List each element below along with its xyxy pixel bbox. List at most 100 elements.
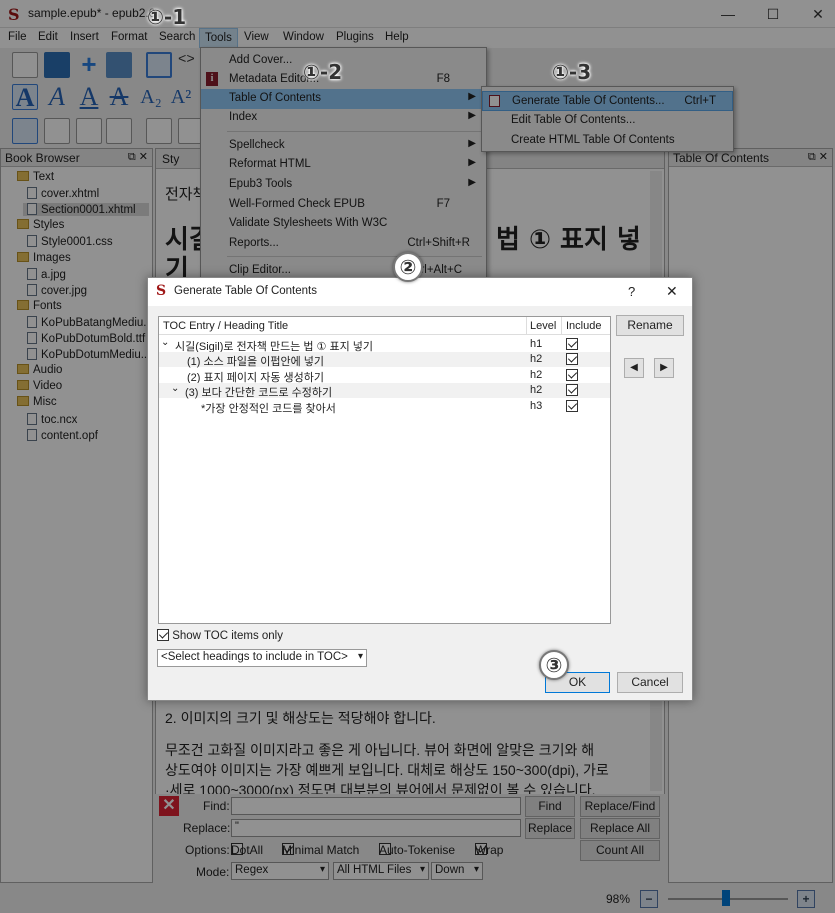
save-icon[interactable] bbox=[106, 52, 132, 78]
book-browser-file[interactable]: KoPubDotumMediu... bbox=[27, 348, 150, 361]
numbered-list-icon[interactable] bbox=[146, 118, 172, 144]
book-browser-file[interactable]: toc.ncx bbox=[27, 412, 77, 426]
menu-item-generate-toc[interactable]: Generate Table Of Contents... Ctrl+T bbox=[482, 91, 733, 111]
include-checkbox[interactable] bbox=[566, 353, 578, 366]
book-browser-file[interactable]: Style0001.css bbox=[27, 235, 113, 248]
menu-help[interactable]: Help bbox=[385, 31, 409, 43]
menu-item-index[interactable]: Index ▶ bbox=[201, 108, 486, 128]
toc-entry-row[interactable]: *가장 안정적인 코드를 찾아서 h3 bbox=[159, 399, 610, 416]
include-checkbox[interactable] bbox=[566, 338, 578, 350]
menu-format[interactable]: Format bbox=[111, 31, 147, 43]
show-toc-only-checkbox[interactable] bbox=[157, 629, 169, 641]
book-browser-file[interactable]: a.jpg bbox=[27, 267, 66, 281]
menu-view[interactable]: View bbox=[244, 31, 269, 43]
menu-item-edit-toc[interactable]: Edit Table Of Contents... bbox=[482, 111, 733, 131]
column-header-title[interactable]: TOC Entry / Heading Title bbox=[163, 320, 288, 332]
menu-search[interactable]: Search bbox=[159, 31, 195, 43]
add-file-icon[interactable]: + bbox=[76, 51, 102, 78]
new-file-icon[interactable] bbox=[12, 52, 38, 78]
replace-button[interactable]: Replace bbox=[525, 818, 575, 839]
menu-item-well-formed-check[interactable]: Well-Formed Check EPUB F7 bbox=[201, 195, 486, 215]
align-left-icon[interactable] bbox=[12, 118, 38, 144]
menu-item-add-cover[interactable]: Add Cover... bbox=[201, 51, 486, 71]
toc-entries-tree[interactable]: TOC Entry / Heading Title Level Include … bbox=[158, 316, 611, 624]
direction-select[interactable]: Down bbox=[431, 862, 483, 880]
book-browser-folder[interactable]: Styles bbox=[17, 219, 64, 231]
book-browser-folder[interactable]: Misc bbox=[17, 396, 57, 408]
menu-tools[interactable]: Tools bbox=[199, 28, 238, 48]
panel-float-close-icon[interactable]: ⧉ ✕ bbox=[128, 150, 148, 164]
replace-find-button[interactable]: Replace/Find bbox=[580, 796, 660, 817]
include-checkbox[interactable] bbox=[566, 368, 578, 381]
toc-entry-row[interactable]: ⌄ 시길(Sigil)로 전자책 만드는 법 ① 표지 넣기 h1 bbox=[159, 337, 610, 353]
zoom-in-icon[interactable]: + bbox=[797, 890, 815, 908]
menu-item-spellcheck[interactable]: Spellcheck ▶ bbox=[201, 136, 486, 156]
count-all-button[interactable]: Count All bbox=[580, 840, 660, 861]
help-button[interactable]: ? bbox=[628, 284, 635, 299]
dialog-close-button[interactable]: ✕ bbox=[666, 283, 678, 300]
book-browser-folder[interactable]: Video bbox=[17, 380, 62, 392]
superscript-icon[interactable]: A² bbox=[168, 84, 194, 110]
move-right-icon[interactable]: ▶ bbox=[654, 358, 674, 378]
column-header-include[interactable]: Include bbox=[566, 320, 601, 332]
underline-icon[interactable]: A bbox=[76, 84, 102, 110]
book-view-icon[interactable] bbox=[146, 52, 172, 78]
open-folder-icon[interactable] bbox=[44, 52, 70, 78]
menu-item-metadata-editor[interactable]: i Metadata Editor... F8 bbox=[201, 70, 486, 90]
book-browser-file[interactable]: Section0001.xhtml bbox=[23, 203, 149, 217]
toc-panel-float-close-icon[interactable]: ⧉ ✕ bbox=[808, 150, 828, 164]
scope-select[interactable]: All HTML Files bbox=[333, 862, 429, 880]
align-center-icon[interactable] bbox=[44, 118, 70, 144]
heading-a-icon[interactable]: A bbox=[12, 84, 38, 111]
include-checkbox[interactable] bbox=[566, 384, 578, 397]
strikethrough-icon[interactable]: A bbox=[106, 84, 132, 110]
menu-item-reformat-html[interactable]: Reformat HTML ▶ bbox=[201, 155, 486, 175]
menu-item-create-html-toc[interactable]: Create HTML Table Of Contents bbox=[482, 131, 733, 151]
close-find-icon[interactable]: ✕ bbox=[159, 796, 179, 816]
book-browser-folder[interactable]: Images bbox=[17, 251, 71, 264]
book-browser-folder[interactable]: Fonts bbox=[17, 299, 62, 312]
move-left-icon[interactable]: ◀ bbox=[624, 358, 644, 378]
include-checkbox[interactable] bbox=[566, 399, 578, 412]
expand-toggle-icon[interactable]: ⌄ bbox=[161, 337, 169, 348]
replace-input[interactable]: " bbox=[231, 819, 521, 837]
book-browser-file[interactable]: cover.jpg bbox=[27, 283, 87, 297]
expand-toggle-icon[interactable]: ⌄ bbox=[171, 383, 179, 394]
book-browser-file[interactable]: cover.xhtml bbox=[27, 187, 99, 200]
menu-item-epub3-tools[interactable]: Epub3 Tools ▶ bbox=[201, 175, 486, 195]
menu-item-validate-stylesheets[interactable]: Validate Stylesheets With W3C bbox=[201, 214, 486, 234]
book-browser-file[interactable]: content.opf bbox=[27, 428, 98, 442]
maximize-button[interactable]: ☐ bbox=[750, 0, 796, 28]
show-toc-only-option[interactable]: Show TOC items only bbox=[157, 629, 283, 642]
toc-entry-title[interactable]: *가장 안정적인 코드를 찾아서 bbox=[201, 400, 336, 416]
book-browser-folder[interactable]: Audio bbox=[17, 364, 62, 376]
align-right-icon[interactable] bbox=[76, 118, 102, 144]
italic-icon[interactable]: A bbox=[44, 84, 70, 110]
book-browser-folder[interactable]: Text bbox=[17, 171, 54, 183]
close-window-button[interactable]: ✕ bbox=[795, 0, 835, 28]
menu-file[interactable]: File bbox=[8, 31, 27, 43]
menu-item-reports[interactable]: Reports... Ctrl+Shift+R bbox=[201, 234, 486, 254]
select-headings-dropdown[interactable]: <Select headings to include in TOC> bbox=[157, 649, 367, 667]
minimize-button[interactable]: — bbox=[705, 0, 751, 28]
rename-button[interactable]: Rename bbox=[616, 315, 684, 336]
menu-insert[interactable]: Insert bbox=[70, 31, 99, 43]
replace-all-button[interactable]: Replace All bbox=[580, 818, 660, 839]
toc-entry-row[interactable]: ⌄ (3) 보다 간단한 코드로 수정하기 h2 bbox=[159, 383, 610, 399]
align-justify-icon[interactable] bbox=[106, 118, 132, 144]
book-browser-file[interactable]: KoPubDotumBold.ttf bbox=[27, 332, 145, 345]
editor-tab[interactable]: Sty bbox=[162, 152, 179, 166]
zoom-out-icon[interactable]: − bbox=[640, 890, 658, 908]
book-browser-file[interactable]: KoPubBatangMediu... bbox=[27, 315, 153, 329]
find-input[interactable] bbox=[231, 797, 521, 815]
menu-window[interactable]: Window bbox=[283, 31, 324, 43]
column-header-level[interactable]: Level bbox=[530, 320, 556, 332]
menu-plugins[interactable]: Plugins bbox=[336, 31, 374, 43]
zoom-slider-handle[interactable] bbox=[722, 890, 730, 906]
find-button[interactable]: Find bbox=[525, 796, 575, 817]
menu-edit[interactable]: Edit bbox=[38, 31, 58, 43]
toc-entry-row[interactable]: (2) 표지 페이지 자동 생성하기 h2 bbox=[159, 368, 610, 384]
mode-select[interactable]: Regex bbox=[231, 862, 329, 880]
menu-item-table-of-contents[interactable]: Table Of Contents ▶ bbox=[201, 89, 486, 109]
cancel-button[interactable]: Cancel bbox=[617, 672, 683, 693]
